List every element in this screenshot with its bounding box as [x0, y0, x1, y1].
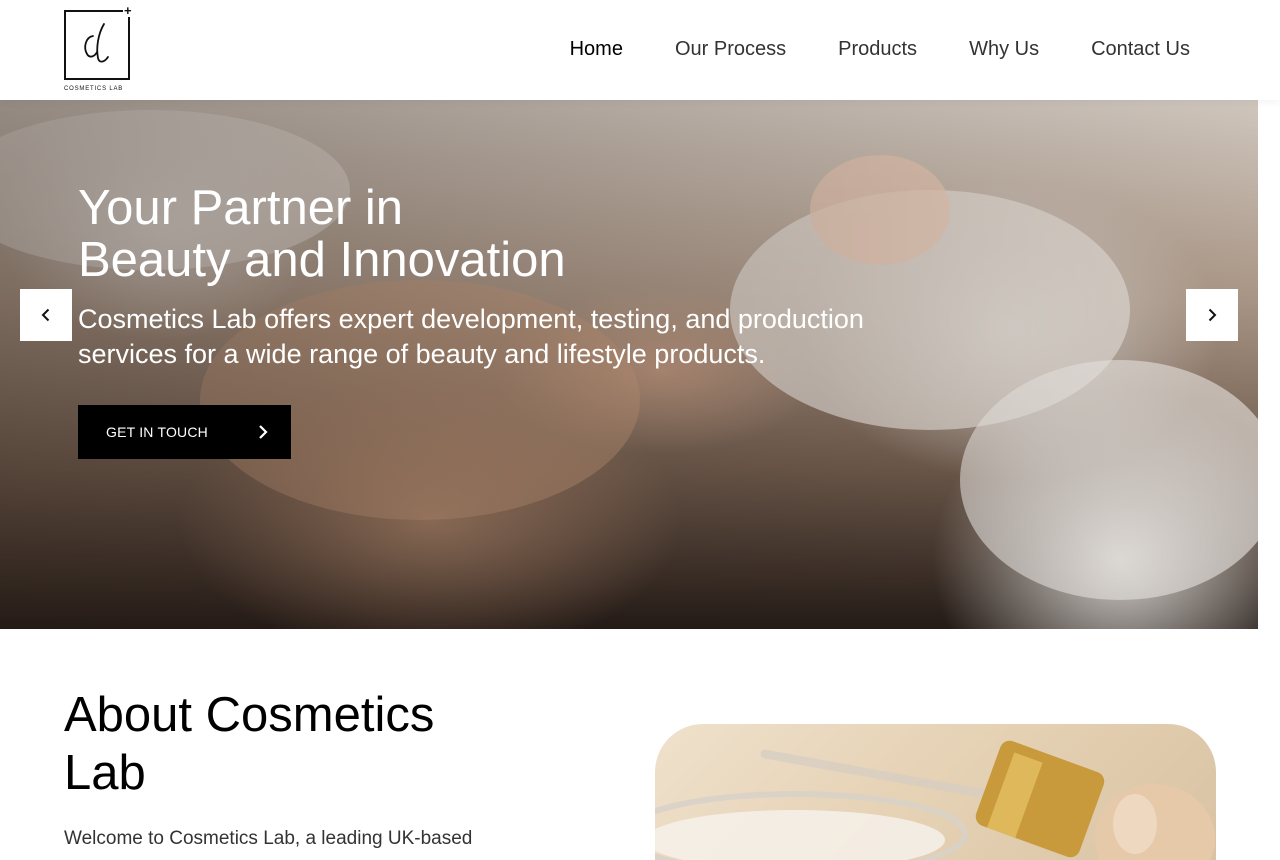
chevron-right-icon — [1208, 308, 1217, 322]
nav-item-products[interactable]: Products — [838, 38, 917, 61]
logo-plus-mark: + — [123, 3, 133, 18]
about-product-image — [655, 724, 1216, 860]
logo-cl-monogram — [84, 23, 109, 63]
nav-item-home[interactable]: Home — [570, 38, 623, 61]
nav-item-contact-us[interactable]: Contact Us — [1091, 38, 1190, 61]
hero-title-line-1: Your Partner in — [78, 181, 404, 235]
hero-slider: Your Partner in Beauty and Innovation Co… — [0, 100, 1258, 629]
nav-item-our-process[interactable]: Our Process — [675, 38, 786, 61]
brand-logo[interactable]: + COSMETICS LAB — [64, 4, 133, 94]
dropper-bottle-illustration — [655, 740, 1215, 860]
site-header: + COSMETICS LAB Home Our Process Product… — [0, 0, 1280, 100]
main-nav: Home Our Process Products Why Us Contact… — [570, 38, 1190, 61]
slider-next-button[interactable] — [1186, 289, 1238, 341]
hero-title-line-2: Beauty and Innovation — [78, 233, 566, 287]
chevron-left-icon — [41, 308, 50, 322]
hero-title: Your Partner in Beauty and Innovation — [78, 182, 566, 286]
about-title: About Cosmetics Lab — [64, 688, 435, 800]
chevron-right-icon — [259, 425, 268, 439]
get-in-touch-label: GET IN TOUCH — [106, 424, 208, 440]
slider-prev-button[interactable] — [20, 289, 72, 341]
nav-item-why-us[interactable]: Why Us — [969, 38, 1039, 61]
about-intro-text: Welcome to Cosmetics Lab, a leading UK-b… — [64, 828, 473, 849]
logo-wordmark: COSMETICS LAB — [64, 86, 124, 92]
get-in-touch-button[interactable]: GET IN TOUCH — [78, 405, 291, 459]
hero-subtitle: Cosmetics Lab offers expert development,… — [78, 304, 864, 369]
